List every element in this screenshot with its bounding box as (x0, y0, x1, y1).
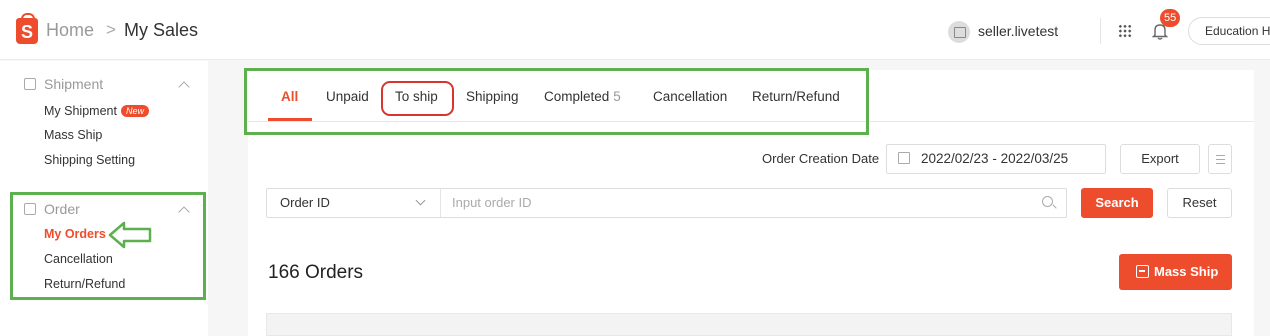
annotation-highlight-box (244, 68, 869, 135)
reset-button[interactable]: Reset (1167, 188, 1232, 218)
notification-badge: 55 (1160, 9, 1181, 27)
sidebar-item-mass-ship[interactable]: Mass Ship (44, 128, 102, 142)
shopee-logo[interactable]: S (16, 13, 38, 44)
new-badge: New (120, 105, 149, 117)
calendar-icon (898, 152, 910, 164)
export-button[interactable]: Export (1120, 144, 1200, 174)
breadcrumb-separator-icon: > (106, 20, 116, 39)
orders-table-header (266, 313, 1232, 336)
search-icon[interactable] (1042, 196, 1053, 207)
search-button[interactable]: Search (1081, 188, 1153, 218)
search-divider (440, 189, 441, 217)
sidebar-item-shipping-setting[interactable]: Shipping Setting (44, 153, 135, 167)
breadcrumb-current: My Sales (124, 20, 199, 40)
mass-ship-icon (1136, 265, 1149, 278)
date-range-picker[interactable]: 2022/02/23 - 2022/03/25 (886, 144, 1106, 174)
apps-grid-icon[interactable] (1118, 24, 1132, 38)
education-hub-button[interactable]: Education Hub (1188, 17, 1270, 45)
orders-count-title: 166 Orders (268, 262, 364, 283)
sidebar-section-shipment[interactable]: Shipment (24, 76, 103, 92)
menu-line (1216, 159, 1225, 161)
sidebar-section-title: Shipment (44, 76, 104, 92)
sidebar-item-label: My Shipment (44, 104, 117, 118)
annotation-circle (381, 81, 454, 116)
shipment-icon (24, 78, 36, 90)
search-type-select[interactable]: Order ID (280, 195, 330, 210)
username[interactable]: seller.livetest (978, 23, 1058, 39)
breadcrumb-home[interactable]: Home (46, 20, 94, 41)
order-id-input[interactable] (452, 195, 1012, 210)
annotation-arrow-icon (108, 221, 152, 249)
shop-avatar-icon[interactable] (948, 21, 970, 43)
export-history-button[interactable] (1208, 144, 1232, 174)
header-divider (1100, 18, 1101, 44)
menu-line (1216, 163, 1225, 165)
date-filter-label: Order Creation Date (762, 151, 880, 166)
sidebar-item-my-shipment[interactable]: My Shipment New (44, 104, 149, 118)
menu-line (1216, 155, 1225, 157)
